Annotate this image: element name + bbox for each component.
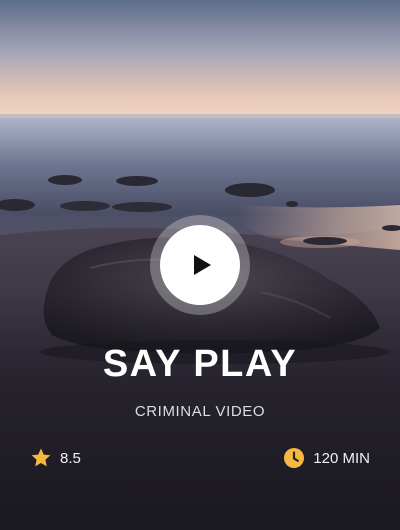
video-genre: CRIMINAL VIDEO bbox=[134, 403, 266, 420]
star-icon bbox=[30, 447, 52, 469]
rating: 8.5 bbox=[30, 446, 81, 470]
video-title: SAY PLAY bbox=[102, 343, 298, 385]
play-button-core[interactable] bbox=[160, 225, 240, 305]
play-icon bbox=[194, 255, 211, 275]
play-button[interactable] bbox=[150, 215, 250, 315]
video-card: SAY PLAY CRIMINAL VIDEO 8.5 120 MIN bbox=[0, 0, 400, 530]
rating-value: 8.5 bbox=[60, 449, 81, 467]
duration: 120 MIN bbox=[283, 446, 370, 470]
duration-value: 120 MIN bbox=[313, 449, 370, 467]
clock-icon bbox=[283, 447, 305, 469]
